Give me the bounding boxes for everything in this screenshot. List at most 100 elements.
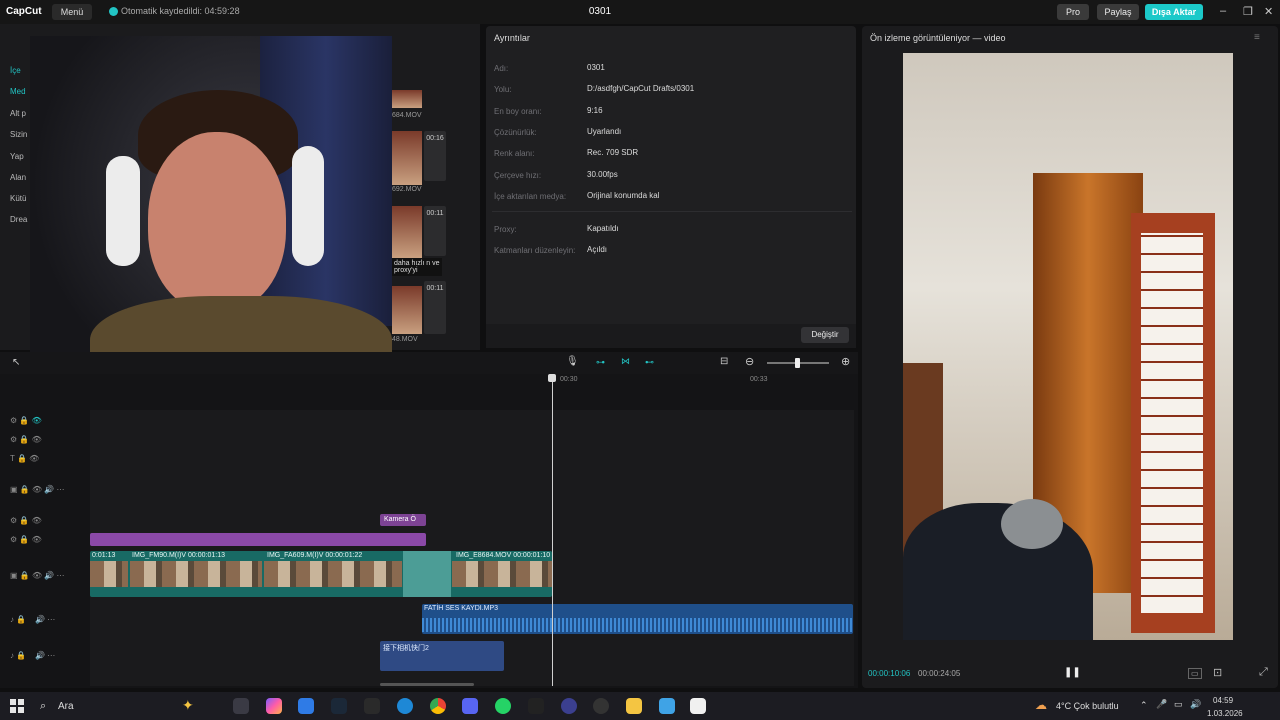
- task-view-icon[interactable]: [233, 698, 249, 714]
- discord-icon[interactable]: [462, 698, 478, 714]
- auto-snap-icon[interactable]: ⋈: [621, 356, 630, 367]
- track-controls[interactable]: ♪ 🔒 🔊 ⋯: [10, 651, 55, 660]
- weather-status[interactable]: 4°C Çok bulutlu: [1056, 701, 1119, 711]
- pro-button[interactable]: Pro: [1057, 4, 1089, 20]
- track-controls[interactable]: ▣ 🔒 👁 🔊 ⋯: [10, 571, 65, 580]
- detail-value: Uyarlandı: [587, 127, 622, 136]
- music-icon[interactable]: [528, 698, 544, 714]
- chrome-icon[interactable]: [430, 698, 446, 714]
- outlook-icon[interactable]: [298, 698, 314, 714]
- video-person-head: [1001, 499, 1063, 549]
- clock-time[interactable]: 04:59: [1213, 696, 1233, 705]
- current-time: 00:00:10:06: [868, 669, 911, 678]
- track-controls[interactable]: ⚙ 🔒 👁: [10, 416, 42, 425]
- main-track-magnet-icon[interactable]: ⊶: [596, 357, 605, 368]
- linkage-icon[interactable]: ⊷: [645, 357, 654, 368]
- timeline-scrollbar[interactable]: [380, 683, 474, 686]
- minimize-icon[interactable]: –: [1220, 5, 1226, 17]
- camera-effect-clip[interactable]: Kamera Ö: [380, 514, 426, 526]
- detail-label: Katmanları düzenleyin:: [494, 246, 576, 255]
- playhead-handle[interactable]: [548, 374, 556, 382]
- track-controls[interactable]: ▣ 🔒 👁 🔊 ⋯: [10, 485, 65, 494]
- pause-icon[interactable]: ❚❚: [1064, 667, 1081, 678]
- preview-video[interactable]: [903, 53, 1233, 640]
- taskbar-search[interactable]: Ara: [58, 701, 74, 712]
- playhead[interactable]: [552, 374, 553, 686]
- media-duration: 00:11: [424, 281, 446, 334]
- epic-games-icon[interactable]: [364, 698, 380, 714]
- steam-icon[interactable]: [331, 698, 347, 714]
- search-icon[interactable]: ⌕: [40, 700, 46, 713]
- chevron-up-icon[interactable]: ⌃: [1140, 700, 1148, 711]
- nav-library[interactable]: Kütü: [10, 194, 26, 203]
- video-person: [903, 503, 1093, 640]
- file-explorer-icon[interactable]: [626, 698, 642, 714]
- close-icon[interactable]: ✕: [1264, 5, 1273, 18]
- clock-date[interactable]: 1.03.2026: [1207, 709, 1243, 718]
- nav-ai[interactable]: Yap: [10, 152, 24, 161]
- audio-clip-label: FATİH SES KAYDI.MP3: [424, 605, 499, 612]
- share-button[interactable]: Paylaş: [1097, 4, 1139, 20]
- track-controls[interactable]: T 🔒 👁: [10, 454, 39, 463]
- microphone-tray-icon[interactable]: 🎤: [1156, 699, 1167, 710]
- clip-label: 0:01:13: [92, 552, 116, 559]
- track-controls[interactable]: ⚙ 🔒 👁: [10, 535, 42, 544]
- headphone-right: [292, 146, 324, 266]
- media-name: 684.MOV: [392, 112, 422, 119]
- menu-icon[interactable]: ≡: [1254, 32, 1260, 43]
- edge-icon[interactable]: [397, 698, 413, 714]
- menu-button[interactable]: Menü: [52, 4, 92, 20]
- zoom-out-icon[interactable]: ⊖: [745, 355, 754, 368]
- nav-media[interactable]: Med: [10, 87, 26, 96]
- fullscreen-icon[interactable]: ⤢: [1259, 666, 1268, 679]
- select-cursor-icon[interactable]: ↖: [12, 357, 20, 368]
- media-thumb[interactable]: [392, 286, 422, 334]
- ruler-label: 00:33: [750, 376, 768, 383]
- volume-icon[interactable]: 🔊: [1190, 699, 1201, 710]
- nav-subtitles[interactable]: Alt p: [10, 109, 26, 118]
- detail-label: İçe aktarılan medya:: [494, 192, 567, 201]
- change-button[interactable]: Değiştir: [801, 327, 849, 343]
- project-title: 0301: [588, 6, 612, 17]
- media-thumb[interactable]: [392, 90, 422, 108]
- media-name: 48.MOV: [392, 336, 418, 343]
- media-name: 692.MOV: [392, 186, 422, 193]
- track-controls[interactable]: ⚙ 🔒 👁: [10, 516, 42, 525]
- export-button[interactable]: Dışa Aktar: [1145, 4, 1203, 20]
- zoom-in-icon[interactable]: ⊕: [841, 355, 850, 368]
- media-thumb[interactable]: [392, 131, 422, 185]
- clip-thumbnails: [264, 561, 402, 587]
- detail-value: Kapatıldı: [587, 224, 619, 233]
- zoom-slider-handle[interactable]: [795, 358, 800, 368]
- track-controls[interactable]: ⚙ 🔒 👁: [10, 435, 42, 444]
- windows-start-icon[interactable]: [10, 699, 24, 713]
- detail-label: Adı:: [494, 64, 509, 73]
- nav-space[interactable]: Alan: [10, 173, 26, 182]
- autosave-check-icon: [109, 7, 118, 16]
- effect-clip[interactable]: [90, 533, 426, 546]
- autosave-status: Otomatik kaydedildi: 04:59:28: [121, 6, 240, 16]
- nav-dreamina[interactable]: Drea: [10, 215, 27, 224]
- media-thumb[interactable]: [392, 206, 422, 258]
- sound-effect-label: 接下相机快门2: [383, 645, 429, 652]
- whatsapp-icon[interactable]: [495, 698, 511, 714]
- github-icon[interactable]: [593, 698, 609, 714]
- microphone-icon[interactable]: 🎙: [566, 356, 579, 367]
- transition-marker[interactable]: [403, 551, 451, 597]
- ratio-icon[interactable]: ▭: [1188, 668, 1202, 679]
- maximize-icon[interactable]: ❐: [1243, 5, 1253, 18]
- preview-axis-icon[interactable]: ⊟: [720, 356, 728, 367]
- photos-icon[interactable]: [659, 698, 675, 714]
- network-icon[interactable]: ▭: [1174, 699, 1183, 710]
- app-icon[interactable]: [561, 698, 577, 714]
- capcut-taskbar-icon[interactable]: [690, 698, 706, 714]
- nav-yours[interactable]: Sizin: [10, 130, 27, 139]
- clip-label: IMG_FA609.M(I)V 00:00:01:22: [267, 552, 363, 559]
- nav-import[interactable]: İçe: [10, 66, 21, 75]
- details-panel: [486, 26, 856, 348]
- clip-label: IMG_FM90.M(I)V 00:00:01:13: [132, 552, 225, 559]
- copilot-icon[interactable]: [266, 698, 282, 714]
- copilot-sparkle-icon[interactable]: ✦: [182, 697, 194, 714]
- track-controls[interactable]: ♪ 🔒 🔊 ⋯: [10, 615, 55, 624]
- snapshot-icon[interactable]: ⊡: [1213, 666, 1222, 679]
